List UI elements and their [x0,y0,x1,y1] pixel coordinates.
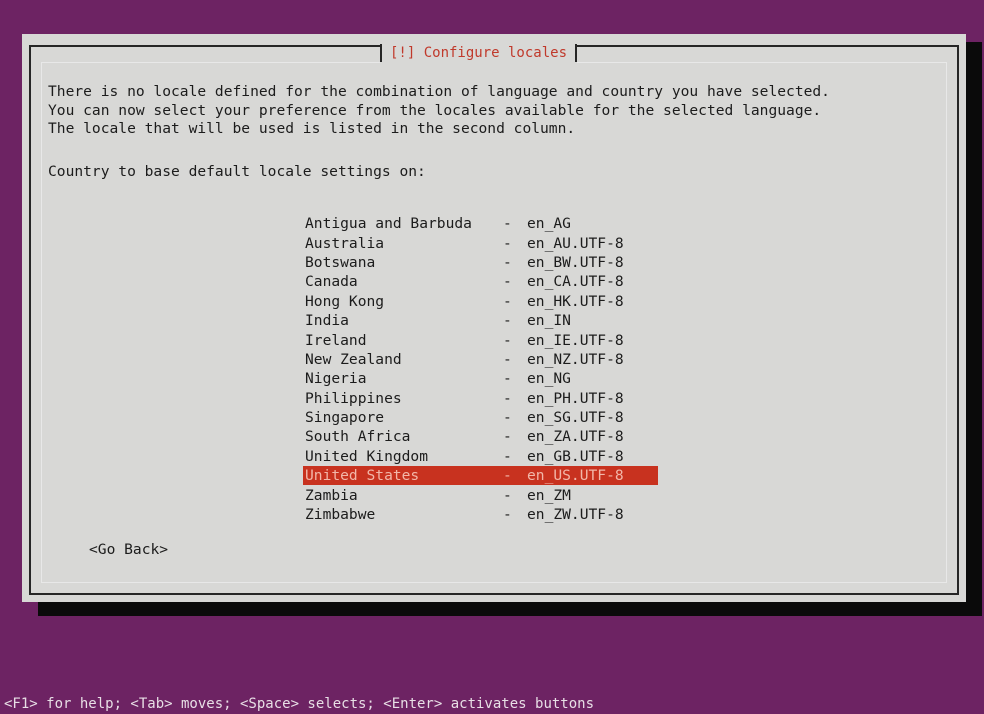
country-name: Nigeria [305,370,367,388]
locale-option[interactable]: New Zealand - en_NZ.UTF-8 [303,350,658,369]
locale-list[interactable]: Antigua and Barbuda - en_AG Australia - en_AU… [303,214,658,524]
separator-dash: - [503,370,512,388]
title-right-bar [575,44,578,62]
locale-code: en_CA.UTF-8 [527,273,624,291]
locale-code: en_IE.UTF-8 [527,331,624,349]
country-name: South Africa [305,428,411,446]
separator-dash: - [503,331,512,349]
locale-code: en_ZM [527,486,571,504]
country-name: Singapore [305,409,385,427]
separator-dash: - [503,253,512,271]
separator-dash: - [503,467,512,485]
country-prompt: Country to base default locale settings … [48,163,426,180]
country-name: Zimbabwe [305,506,376,524]
locale-code: en_ZA.UTF-8 [527,428,624,446]
separator-dash: - [503,273,512,291]
locale-option[interactable]: Australia - en_AU.UTF-8 [303,233,658,252]
locale-code: en_NG [527,370,571,388]
locale-option[interactable]: Singapore - en_SG.UTF-8 [303,408,658,427]
separator-dash: - [503,506,512,524]
locale-option[interactable]: Canada - en_CA.UTF-8 [303,272,658,291]
separator-dash: - [503,389,512,407]
locale-option[interactable]: Antigua and Barbuda - en_AG [303,214,658,233]
go-back-button[interactable]: <Go Back> [89,541,168,558]
locale-option[interactable]: Nigeria - en_NG [303,369,658,388]
separator-dash: - [503,409,512,427]
locale-option[interactable]: United Kingdom - en_GB.UTF-8 [303,447,658,466]
locale-option[interactable]: Zimbabwe - en_ZW.UTF-8 [303,505,658,524]
locale-code: en_SG.UTF-8 [527,409,624,427]
locale-code: en_BW.UTF-8 [527,253,624,271]
country-name: Hong Kong [305,292,385,310]
dialog-message: There is no locale defined for the combi… [48,83,830,137]
country-name: Antigua and Barbuda [305,215,472,233]
locale-option[interactable]: Botswana - en_BW.UTF-8 [303,253,658,272]
locale-code: en_ZW.UTF-8 [527,506,624,524]
locale-code: en_AG [527,215,571,233]
country-name: United States [305,467,420,485]
dialog-title-box: [!] Configure locales [380,42,578,64]
locale-code: en_AU.UTF-8 [527,234,624,252]
separator-dash: - [503,215,512,233]
configure-locales-dialog: [!] Configure locales There is no locale… [22,34,966,602]
locale-code: en_GB.UTF-8 [527,447,624,465]
separator-dash: - [503,486,512,504]
locale-option[interactable]: Ireland - en_IE.UTF-8 [303,330,658,349]
separator-dash: - [503,312,512,330]
locale-code: en_HK.UTF-8 [527,292,624,310]
country-name: Philippines [305,389,402,407]
separator-dash: - [503,234,512,252]
locale-code: en_US.UTF-8 [527,467,624,485]
locale-option-selected[interactable]: United States - en_US.UTF-8 [303,466,658,486]
dialog-title: [!] Configure locales [390,45,568,61]
locale-option[interactable]: Zambia - en_ZM [303,485,658,504]
country-name: Botswana [305,253,376,271]
country-name: Ireland [305,331,367,349]
country-name: Canada [305,273,358,291]
separator-dash: - [503,428,512,446]
locale-option[interactable]: Philippines - en_PH.UTF-8 [303,389,658,408]
locale-code: en_IN [527,312,571,330]
locale-option[interactable]: India - en_IN [303,311,658,330]
country-name: Zambia [305,486,358,504]
locale-code: en_NZ.UTF-8 [527,350,624,368]
separator-dash: - [503,447,512,465]
locale-code: en_PH.UTF-8 [527,389,624,407]
country-name: New Zealand [305,350,402,368]
locale-option[interactable]: Hong Kong - en_HK.UTF-8 [303,292,658,311]
help-bar: <F1> for help; <Tab> moves; <Space> sele… [4,696,595,712]
separator-dash: - [503,350,512,368]
separator-dash: - [503,292,512,310]
locale-option[interactable]: South Africa - en_ZA.UTF-8 [303,427,658,446]
country-name: India [305,312,349,330]
country-name: Australia [305,234,385,252]
country-name: United Kingdom [305,447,429,465]
